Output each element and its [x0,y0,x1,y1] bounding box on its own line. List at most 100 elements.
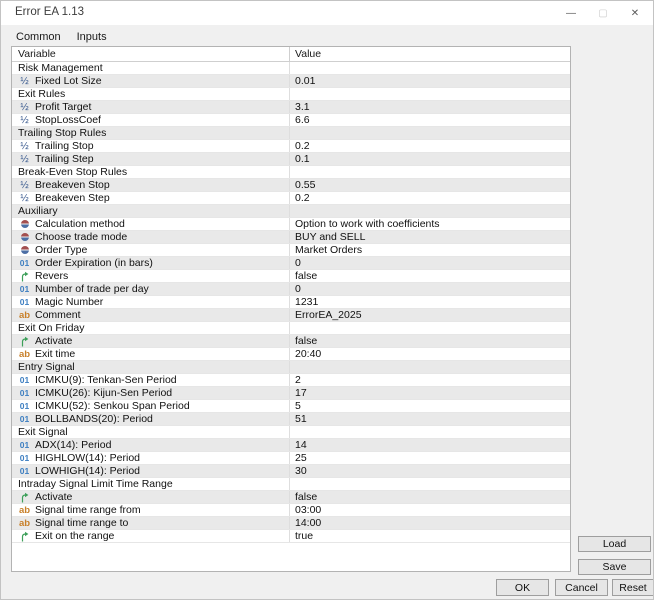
section-label: Exit On Friday [18,322,85,334]
param-value[interactable]: ErrorEA_2025 [295,309,362,321]
param-row[interactable]: 01 ICMKU(26): Kijun-Sen Period 17 [12,387,570,400]
double-type-icon: ½ [20,153,29,165]
string-type-icon: ab [18,517,31,529]
param-row[interactable]: ½ Trailing Stop 0.2 [12,140,570,153]
param-row[interactable]: 01 Number of trade per day 0 [12,283,570,296]
param-row[interactable]: Revers false [12,270,570,283]
param-row[interactable]: Activate false [12,491,570,504]
param-label: Signal time range to [35,517,129,529]
section-row[interactable]: Exit On Friday [12,322,570,335]
param-value[interactable]: 1231 [295,296,318,308]
param-value[interactable]: 5 [295,400,301,412]
param-label: Trailing Stop [35,140,94,152]
load-button[interactable]: Load [578,536,651,552]
param-row[interactable]: Activate false [12,335,570,348]
section-row[interactable]: Break-Even Stop Rules [12,166,570,179]
param-value[interactable]: false [295,335,317,347]
double-type-icon: ½ [20,140,29,152]
param-value[interactable]: 03:00 [295,504,321,516]
param-value[interactable]: BUY and SELL [295,231,365,243]
param-label: Breakeven Stop [35,179,110,191]
param-row[interactable]: 01 HIGHLOW(14): Period 25 [12,452,570,465]
param-value[interactable]: 14 [295,439,307,451]
section-row[interactable]: Auxiliary [12,205,570,218]
param-row[interactable]: 01 LOWHIGH(14): Period 30 [12,465,570,478]
enum-type-icon [17,220,32,228]
titlebar[interactable]: Error EA 1.13 — ▢ ✕ [1,1,653,25]
param-row[interactable]: ½ Breakeven Step 0.2 [12,192,570,205]
close-icon[interactable]: ✕ [619,1,651,25]
param-value[interactable]: true [295,530,313,542]
param-row[interactable]: ½ StopLossCoef 6.6 [12,114,570,127]
param-row[interactable]: Exit on the range true [12,530,570,543]
param-value[interactable]: 30 [295,465,307,477]
param-value[interactable]: 0 [295,257,301,269]
param-label: Magic Number [35,296,104,308]
section-label: Entry Signal [18,361,75,373]
param-value[interactable]: 0.2 [295,192,310,204]
param-value[interactable]: 0.01 [295,75,315,87]
param-label: ICMKU(52): Senkou Span Period [35,400,190,412]
section-row[interactable]: Entry Signal [12,361,570,374]
section-row[interactable]: Trailing Stop Rules [12,127,570,140]
param-row[interactable]: ½ Profit Target 3.1 [12,101,570,114]
param-row[interactable]: ab Signal time range to 14:00 [12,517,570,530]
param-row[interactable]: ½ Breakeven Stop 0.55 [12,179,570,192]
param-value[interactable]: 0 [295,283,301,295]
param-row[interactable]: ab Exit time 20:40 [12,348,570,361]
string-type-icon: ab [18,309,31,321]
param-row[interactable]: 01 ADX(14): Period 14 [12,439,570,452]
param-value[interactable]: 3.1 [295,101,310,113]
param-value[interactable]: 14:00 [295,517,321,529]
section-label: Exit Rules [18,88,66,100]
param-value[interactable]: 6.6 [295,114,310,126]
save-button[interactable]: Save [578,559,651,575]
param-row[interactable]: 01 Order Expiration (in bars) 0 [12,257,570,270]
param-value[interactable]: 0.2 [295,140,310,152]
section-label: Intraday Signal Limit Time Range [18,478,173,490]
reset-button[interactable]: Reset [612,579,653,596]
param-row[interactable]: 01 ICMKU(9): Tenkan-Sen Period 2 [12,374,570,387]
param-value[interactable]: 20:40 [295,348,321,360]
section-label: Trailing Stop Rules [18,127,107,139]
param-value[interactable]: false [295,491,317,503]
param-value[interactable]: 17 [295,387,307,399]
section-row[interactable]: Intraday Signal Limit Time Range [12,478,570,491]
column-header-variable[interactable]: Variable [12,47,289,61]
param-row[interactable]: Choose trade mode BUY and SELL [12,231,570,244]
param-row[interactable]: ½ Fixed Lot Size 0.01 [12,75,570,88]
int-type-icon: 01 [19,466,30,476]
param-value[interactable]: Option to work with coefficients [295,218,440,230]
int-type-icon: 01 [19,401,30,411]
param-row[interactable]: ab Signal time range from 03:00 [12,504,570,517]
param-row[interactable]: 01 ICMKU(52): Senkou Span Period 5 [12,400,570,413]
param-row[interactable]: Order Type Market Orders [12,244,570,257]
param-row[interactable]: 01 BOLLBANDS(20): Period 51 [12,413,570,426]
section-row[interactable]: Exit Signal [12,426,570,439]
param-value[interactable]: 0.1 [295,153,310,165]
param-value[interactable]: Market Orders [295,244,362,256]
param-row[interactable]: Calculation method Option to work with co… [12,218,570,231]
section-row[interactable]: Risk Management [12,62,570,75]
param-label: Activate [35,335,73,347]
column-header-value[interactable]: Value [289,47,570,61]
string-type-icon: ab [18,504,31,516]
minimize-icon[interactable]: — [555,1,587,25]
section-label: Auxiliary [18,205,58,217]
section-label: Exit Signal [18,426,68,438]
section-row[interactable]: Exit Rules [12,88,570,101]
int-type-icon: 01 [19,440,30,450]
param-label: StopLossCoef [35,114,101,126]
cancel-button[interactable]: Cancel [555,579,608,596]
param-value[interactable]: false [295,270,317,282]
param-value[interactable]: 25 [295,452,307,464]
section-label: Break-Even Stop Rules [18,166,128,178]
param-value[interactable]: 0.55 [295,179,315,191]
param-value[interactable]: 51 [295,413,307,425]
param-row[interactable]: ab Comment ErrorEA_2025 [12,309,570,322]
param-row[interactable]: 01 Magic Number 1231 [12,296,570,309]
param-value[interactable]: 2 [295,374,301,386]
ok-button[interactable]: OK [496,579,549,596]
param-row[interactable]: ½ Trailing Step 0.1 [12,153,570,166]
bool-type-icon [17,336,32,347]
